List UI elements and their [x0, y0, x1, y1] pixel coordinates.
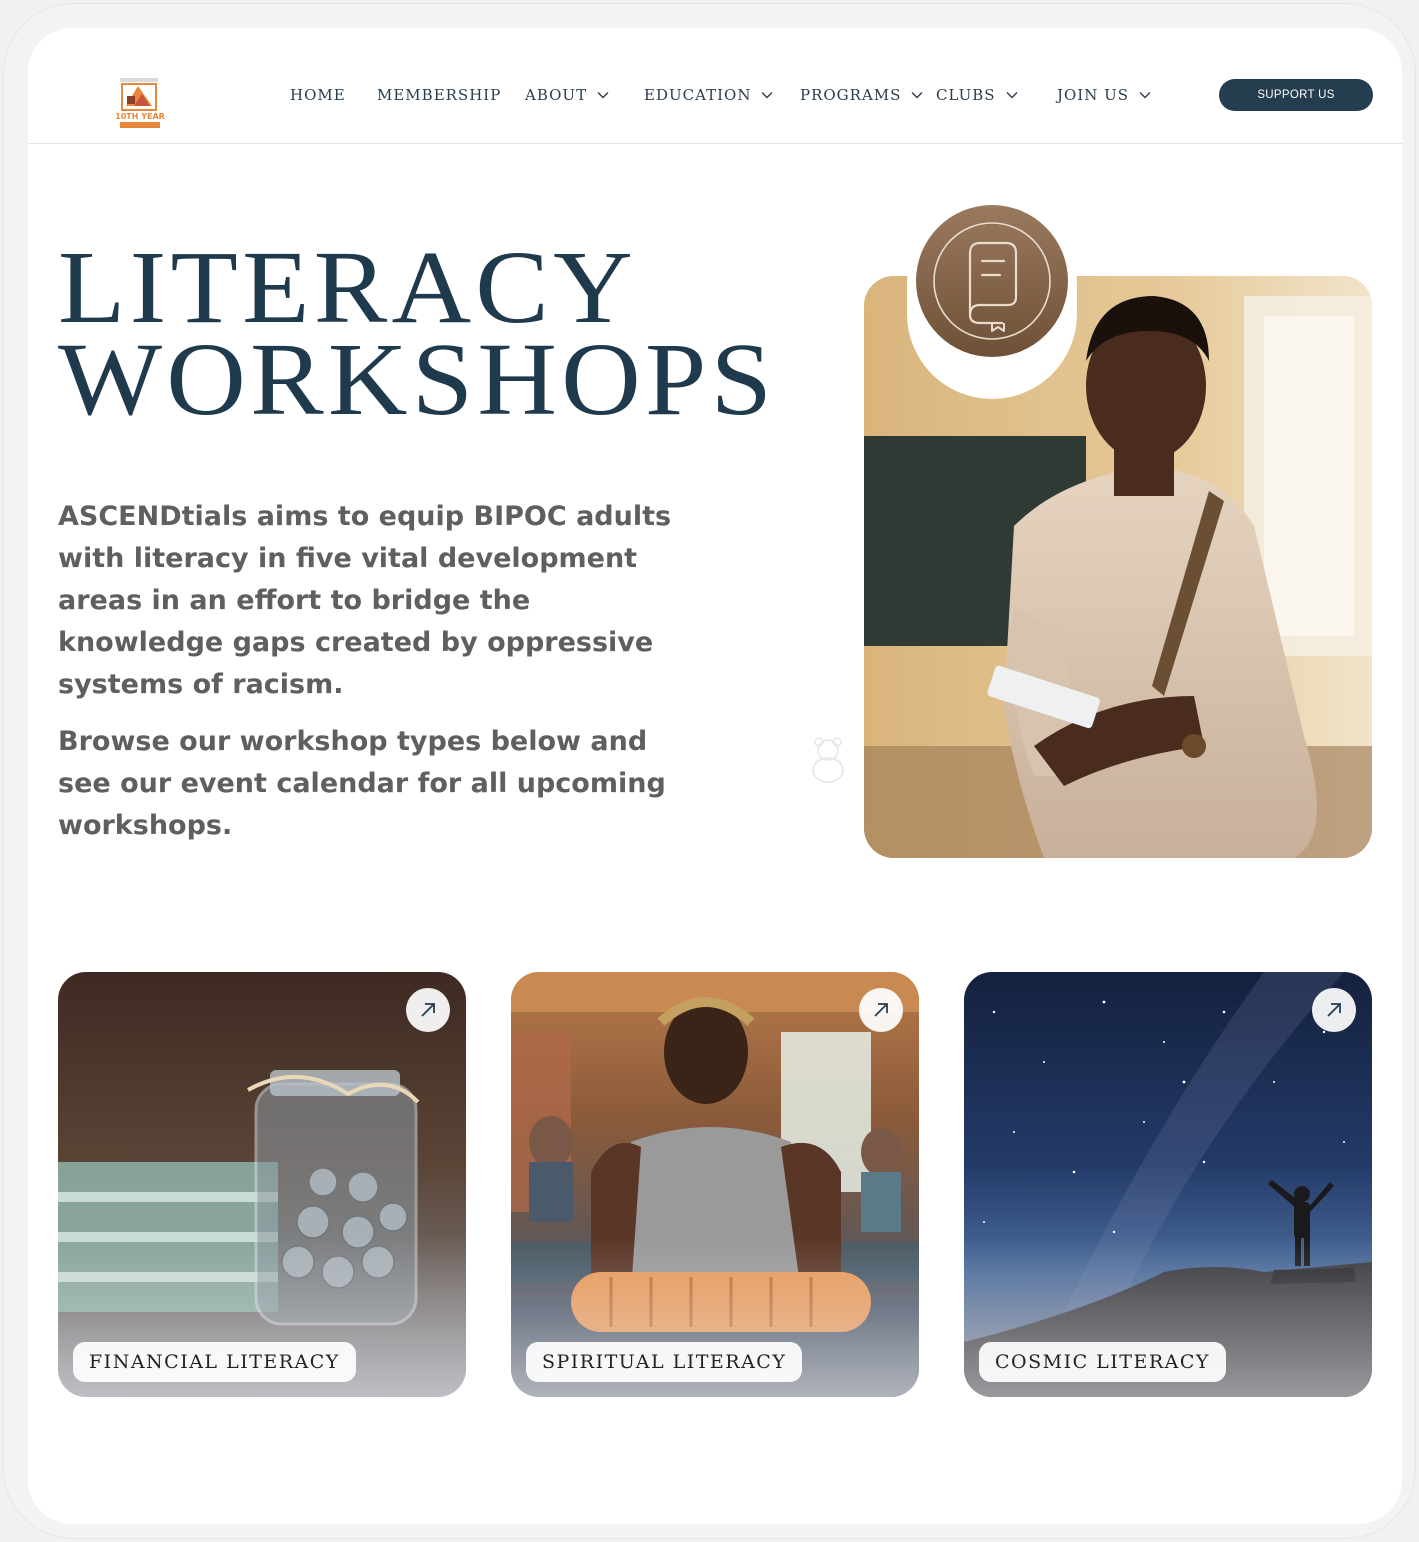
support-us-button[interactable]: SUPPORT US [1219, 79, 1373, 111]
chevron-down-icon [1006, 92, 1018, 99]
literacy-badge [916, 205, 1068, 357]
financial-literacy-card[interactable]: FINANCIAL LITERACY [58, 972, 466, 1397]
page-title-line1: LITERACY [58, 230, 637, 345]
nav-programs[interactable]: PROGRAMS [800, 86, 923, 104]
nav-membership[interactable]: MEMBERSHIP [377, 86, 501, 104]
nav-join-us[interactable]: JOIN US [1057, 86, 1151, 104]
chevron-down-icon [761, 92, 773, 99]
svg-text:10TH YEAR: 10TH YEAR [115, 112, 165, 121]
chevron-down-icon [1139, 92, 1151, 99]
card-label: FINANCIAL LITERACY [73, 1342, 356, 1382]
site-header: 10TH YEAR HOME MEMBERSHIP ABOUT EDUCATIO… [28, 28, 1402, 144]
nav-about-label: ABOUT [525, 86, 588, 104]
arrow-up-right-icon [874, 1003, 888, 1017]
browse-paragraph: Browse our workshop types below and see … [58, 726, 666, 841]
book-icon [933, 222, 1051, 340]
card-label: COSMIC LITERACY [979, 1342, 1226, 1382]
chevron-down-icon [911, 92, 923, 99]
logo[interactable]: 10TH YEAR [114, 72, 166, 132]
page-title: LITERACY WORKSHOPS [58, 230, 777, 437]
nav-membership-label: MEMBERSHIP [377, 86, 502, 104]
page-title-line2: WORKSHOPS [58, 322, 777, 437]
nav-join-us-label: JOIN US [1057, 86, 1130, 104]
cosmic-literacy-card[interactable]: COSMIC LITERACY [964, 972, 1372, 1397]
page: 10TH YEAR HOME MEMBERSHIP ABOUT EDUCATIO… [28, 28, 1402, 1524]
nav-education-label: EDUCATION [644, 86, 752, 104]
intro-paragraph: ASCENDtials aims to equip BIPOC adults w… [58, 501, 672, 700]
card-arrow-button[interactable] [859, 988, 903, 1032]
card-label: SPIRITUAL LITERACY [526, 1342, 803, 1382]
chevron-down-icon [597, 92, 609, 99]
nav-home-label: HOME [290, 86, 346, 104]
card-arrow-button[interactable] [1312, 988, 1356, 1032]
nav-education[interactable]: EDUCATION [644, 86, 773, 104]
nav-programs-label: PROGRAMS [800, 86, 902, 104]
nav-home[interactable]: HOME [290, 86, 346, 104]
card-arrow-button[interactable] [406, 988, 450, 1032]
spiritual-literacy-card[interactable]: SPIRITUAL LITERACY [511, 972, 919, 1397]
nav-clubs-label: CLUBS [936, 86, 996, 104]
arrow-up-right-icon [1327, 1003, 1341, 1017]
nav-about[interactable]: ABOUT [525, 86, 609, 104]
bear-watermark-icon [812, 737, 844, 783]
nav-clubs[interactable]: CLUBS [936, 86, 1018, 104]
arrow-up-right-icon [421, 1003, 435, 1017]
device-frame: 10TH YEAR HOME MEMBERSHIP ABOUT EDUCATIO… [4, 4, 1415, 1538]
